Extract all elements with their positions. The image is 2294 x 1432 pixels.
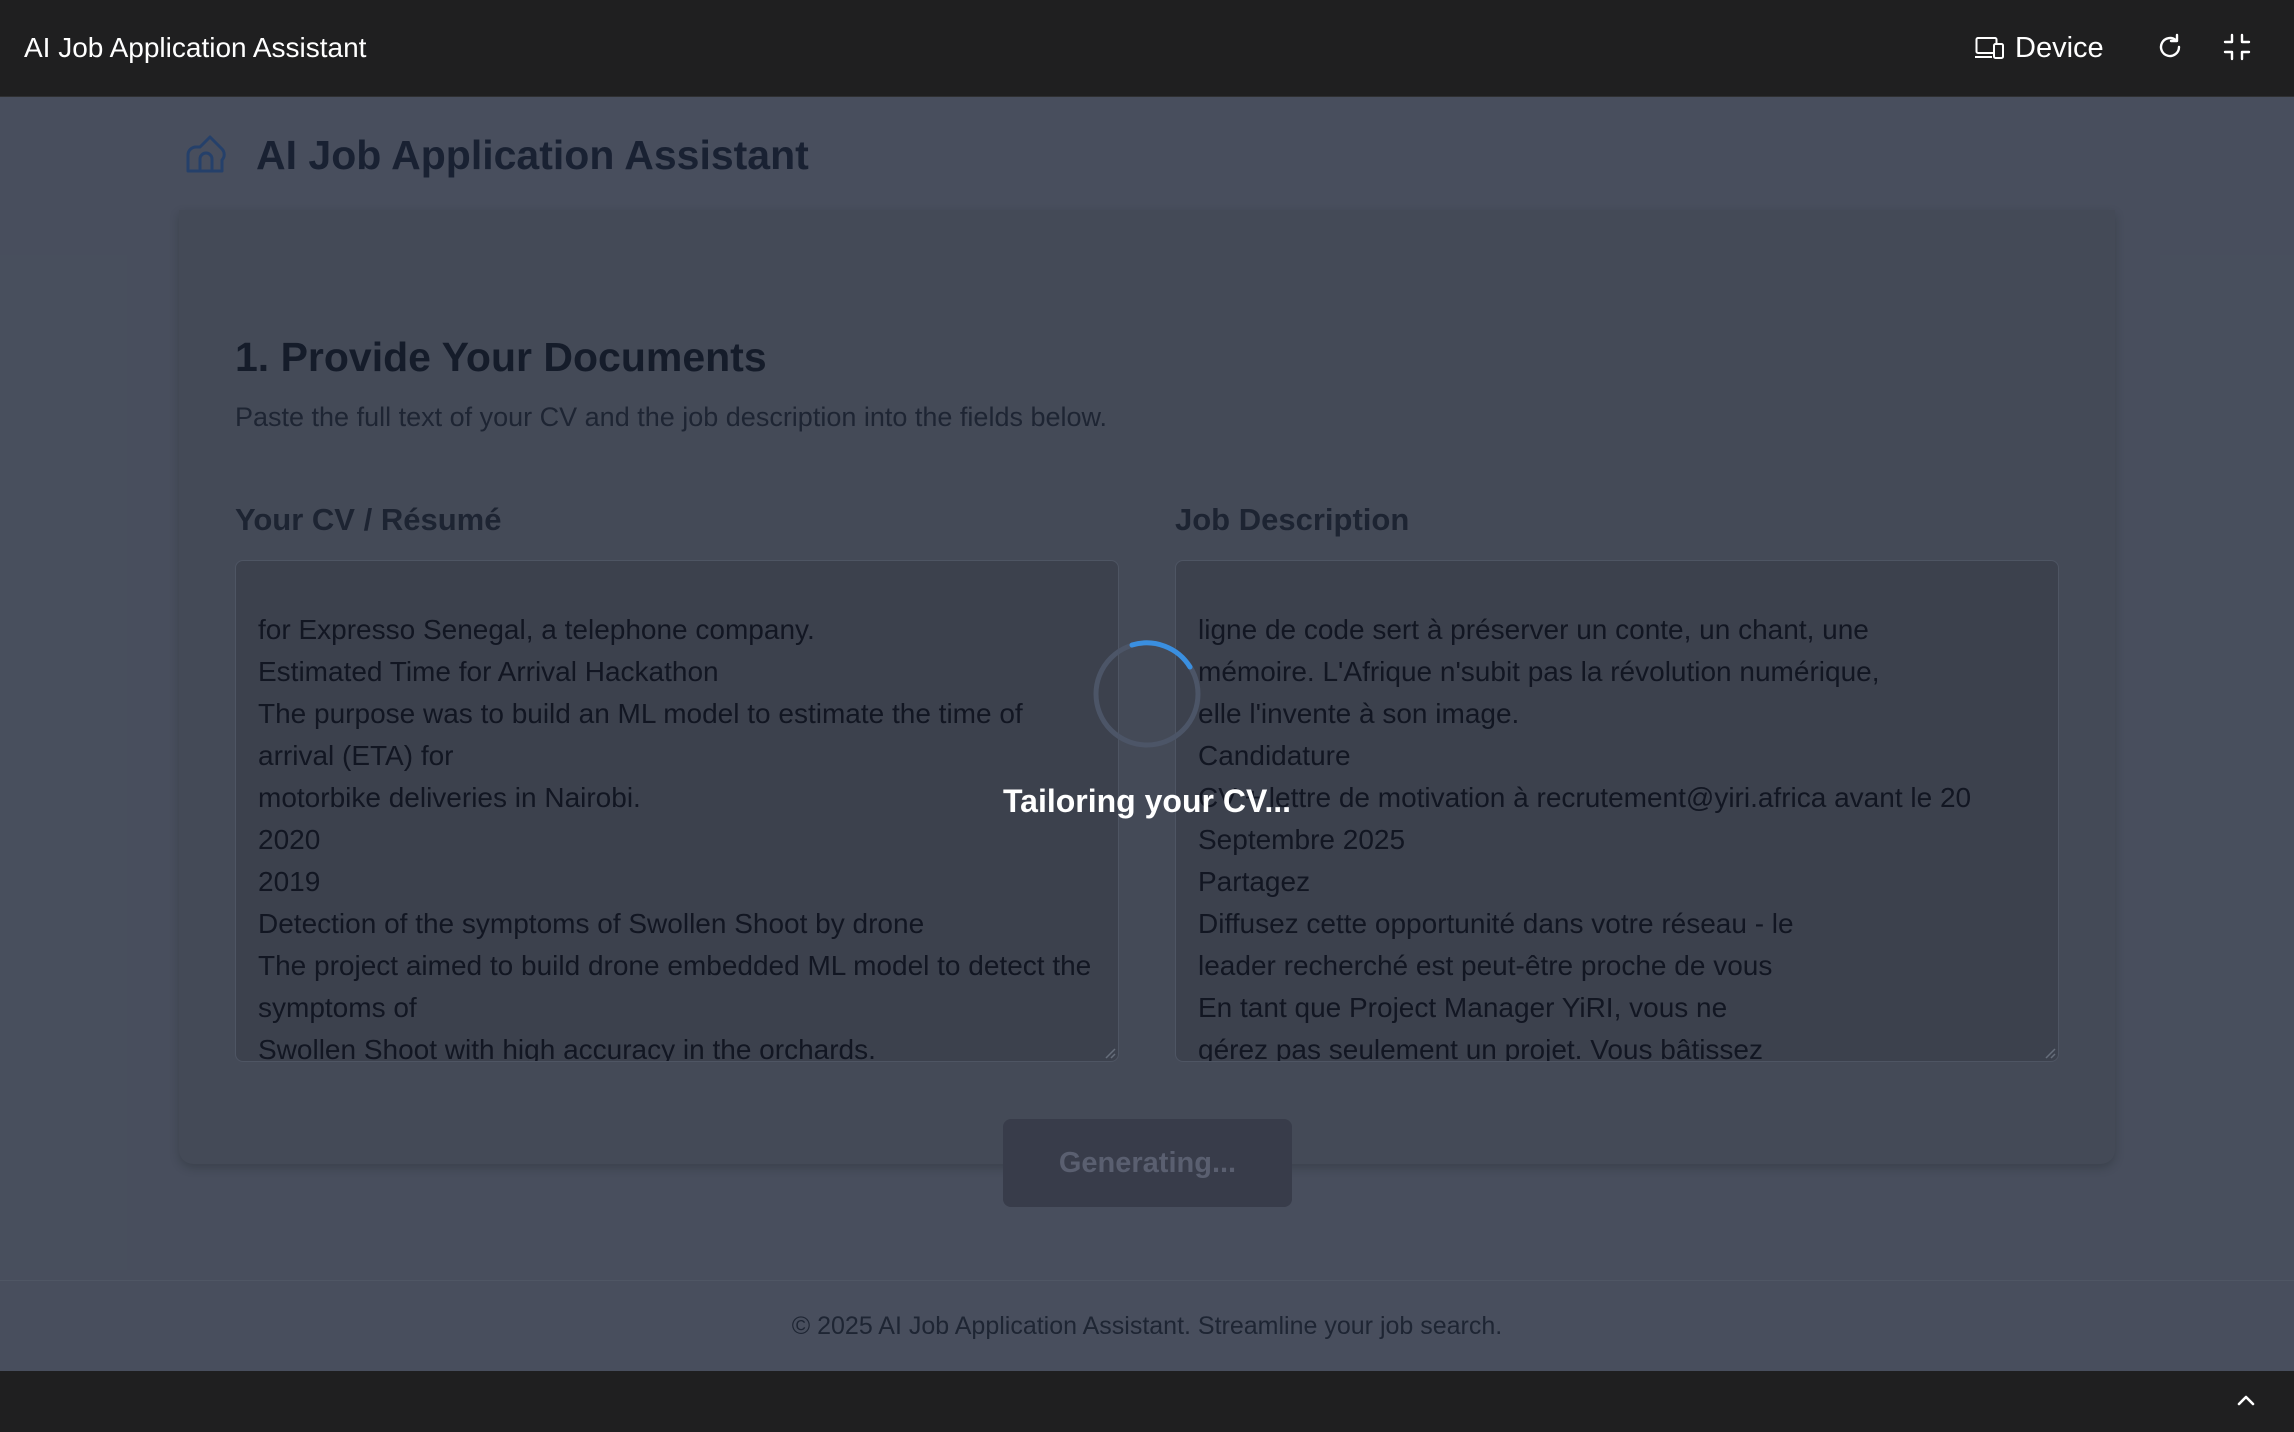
device-label: Device bbox=[2015, 31, 2104, 64]
spinner-icon bbox=[1093, 640, 1201, 748]
chevron-up-icon[interactable] bbox=[2232, 1387, 2260, 1415]
fullscreen-exit-icon[interactable] bbox=[2222, 32, 2252, 62]
bottom-bar bbox=[0, 1371, 2294, 1432]
loading-overlay: Tailoring your CV... bbox=[0, 97, 2294, 1371]
device-icon bbox=[1975, 37, 2004, 59]
loading-text: Tailoring your CV... bbox=[1002, 783, 1292, 819]
refresh-icon[interactable] bbox=[2155, 32, 2185, 62]
window-title: AI Job Application Assistant bbox=[24, 32, 367, 63]
device-button[interactable]: Device bbox=[1975, 28, 2104, 68]
browser-toolbar: AI Job Application Assistant Device bbox=[0, 0, 2294, 97]
